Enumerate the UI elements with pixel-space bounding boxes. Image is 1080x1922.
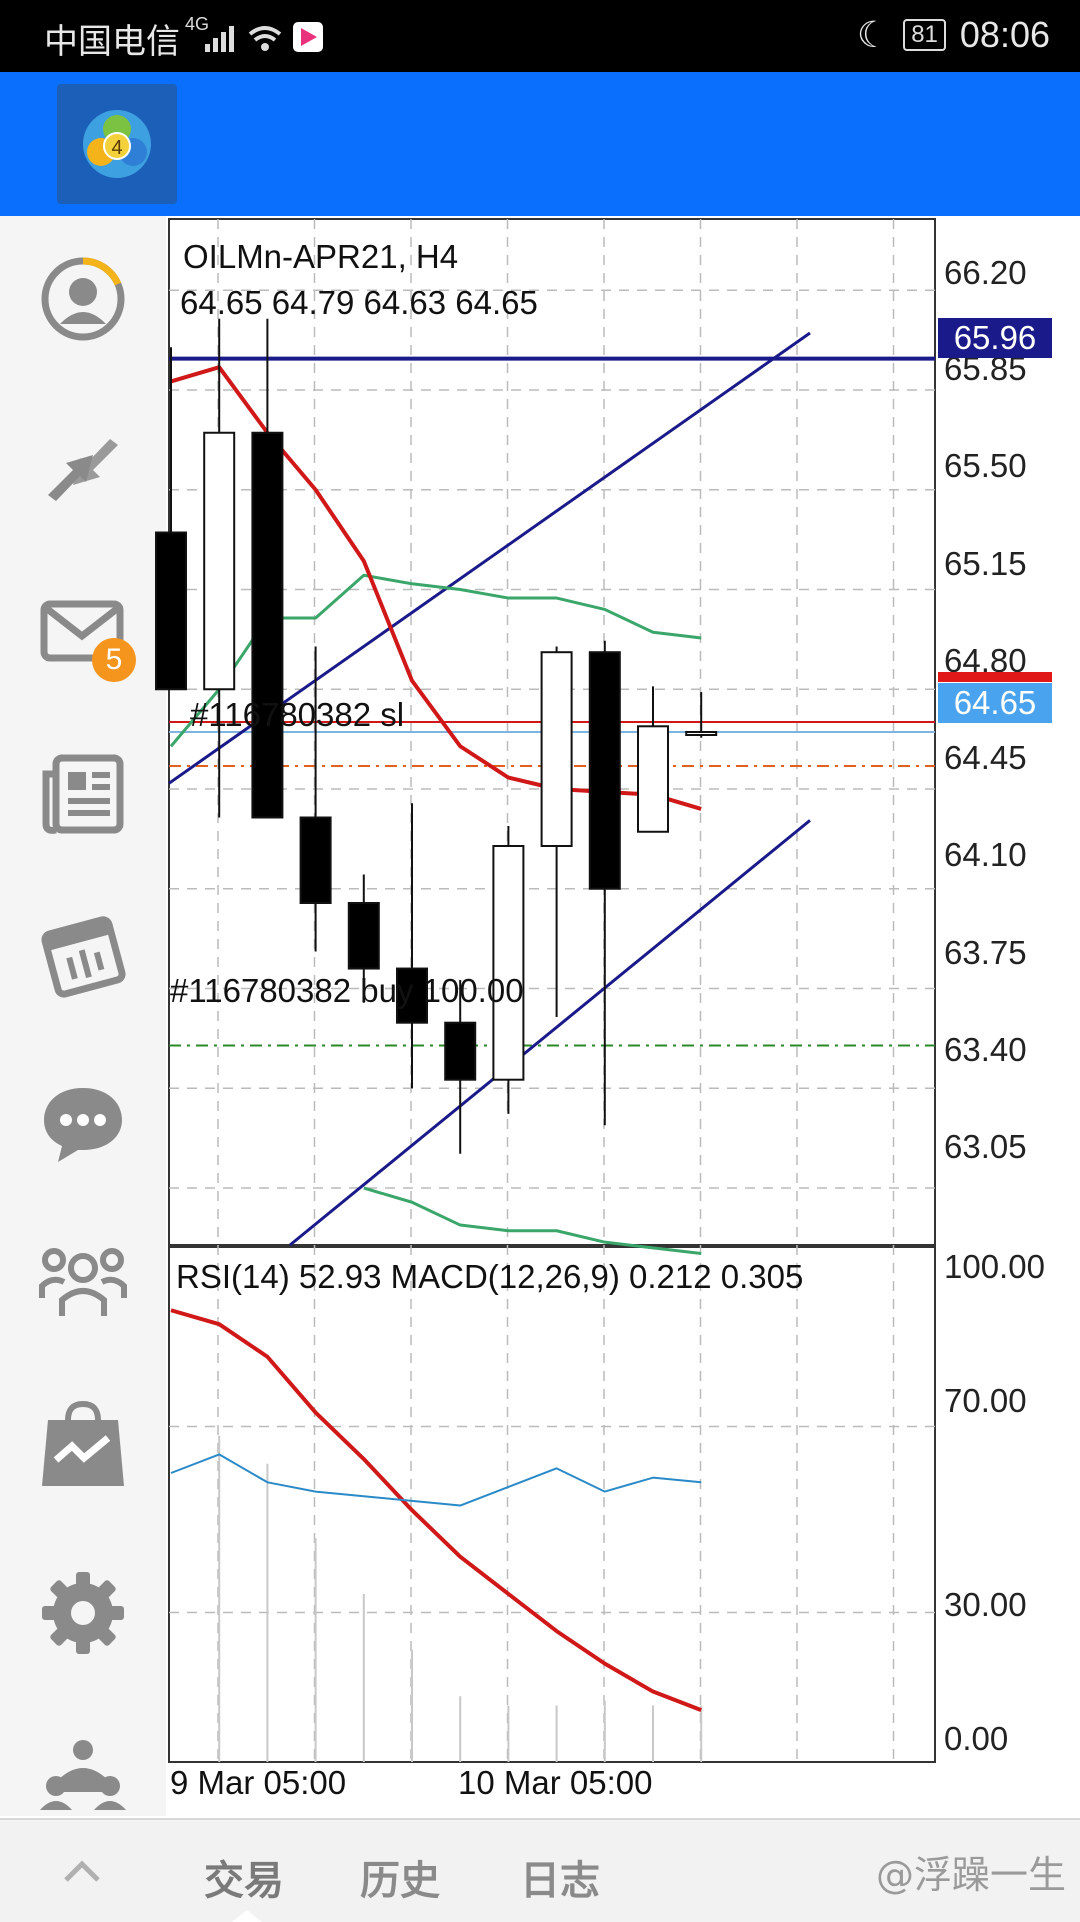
price-axis-label: 65.50 [944, 447, 1027, 484]
candle-body [685, 731, 718, 736]
candle-body [347, 902, 380, 970]
chart-symbol-title: OILMn-APR21, H4 [183, 238, 459, 275]
indicator-axis-label: 0.00 [944, 1720, 1009, 1757]
price-axis-label: 63.05 [944, 1128, 1027, 1165]
order-label: #116780382 buy 100.00 [170, 972, 524, 1009]
candle-body [155, 531, 187, 691]
band-lower-line [363, 1186, 702, 1256]
trend-line-lower [289, 819, 811, 1247]
watermark: @浮躁一生 [875, 1853, 1066, 1897]
price-axis-label: 66.20 [944, 254, 1027, 291]
indicator-axis-label: 100.00 [944, 1248, 1045, 1285]
bottom-tab-bar: 交易 历史 日志 @浮躁一生 [0, 1818, 1080, 1922]
price-axis-label: 65.15 [944, 545, 1027, 582]
candle-body [444, 1021, 477, 1081]
red-price-marker [938, 672, 1052, 682]
candle-body [637, 725, 669, 833]
price-axis-label: 64.10 [944, 836, 1027, 873]
price-axis-label: 63.75 [944, 934, 1027, 971]
indicator-pane-frame [168, 1246, 936, 1763]
tab-trade[interactable]: 交易 [204, 1848, 284, 1906]
chart-ohlc-readout: 64.65 64.79 64.63 64.65 [180, 284, 538, 321]
price-chart[interactable] [0, 0, 1080, 1820]
rsi-line [170, 1453, 702, 1507]
tab-journal[interactable]: 日志 [520, 1848, 600, 1906]
indicator-axis-label: 70.00 [944, 1382, 1027, 1419]
time-axis-label: 10 Mar 05:00 [458, 1764, 653, 1801]
hline-price-tag: 65.96 [938, 318, 1052, 358]
time-axis-label: 9 Mar 05:00 [170, 1764, 347, 1801]
candle-body [540, 651, 573, 848]
chevron-up-icon[interactable] [62, 1858, 102, 1884]
active-tab-indicator [232, 1910, 262, 1922]
stop-loss-label: #116780382 sl [190, 696, 405, 733]
price-axis-label: 64.45 [944, 739, 1027, 776]
indicator-axis-label: 30.00 [944, 1586, 1027, 1623]
current-price-tag: 64.65 [938, 683, 1052, 723]
tab-history[interactable]: 历史 [360, 1848, 440, 1906]
indicator-title: RSI(14) 52.93 MACD(12,26,9) 0.212 0.305 [176, 1258, 804, 1295]
candle-body [492, 845, 525, 1081]
candle-body [588, 651, 621, 890]
macd-signal-line [170, 1308, 702, 1713]
price-axis-label: 63.40 [944, 1031, 1027, 1068]
candle-body [251, 431, 284, 819]
candle-body [299, 816, 332, 904]
candle-body [203, 431, 236, 691]
